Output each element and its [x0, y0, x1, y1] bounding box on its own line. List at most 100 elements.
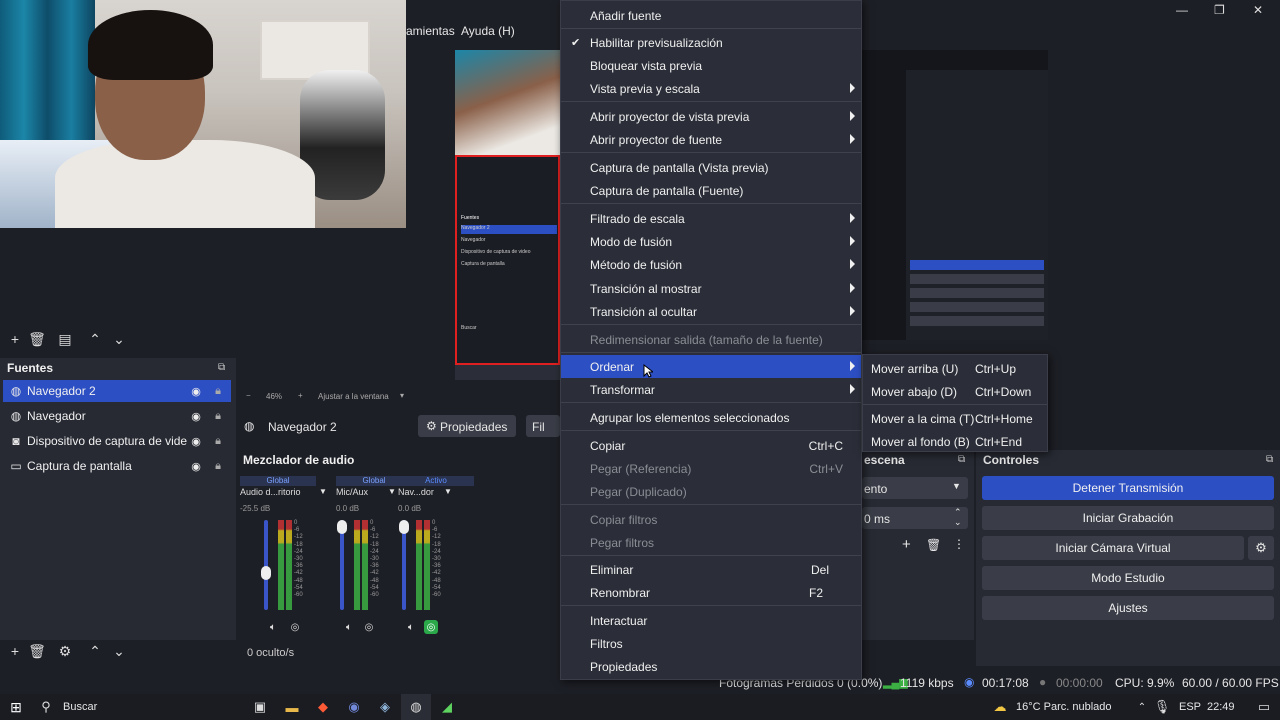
clock[interactable]: 22:49: [1207, 701, 1235, 713]
headphones-icon[interactable]: ◎: [288, 620, 302, 634]
trash-icon[interactable]: 🗑: [28, 330, 46, 348]
submenu-item-move-bottom[interactable]: Mover al fondo (B) Ctrl+End: [863, 430, 1047, 452]
chevron-down-icon[interactable]: ▼: [444, 487, 452, 496]
preview-canvas-right[interactable]: [862, 50, 1048, 340]
menu-item-scale-filter[interactable]: Filtrado de escala: [561, 207, 861, 230]
menu-item-preview-projector[interactable]: Abrir proyector de vista previa: [561, 105, 861, 128]
start-recording-button[interactable]: Iniciar Grabación: [982, 506, 1274, 530]
menu-item-interact[interactable]: Interactuar: [561, 609, 861, 632]
move-up-icon[interactable]: ⌃: [86, 642, 104, 660]
volume-knob[interactable]: [399, 520, 409, 534]
more-icon[interactable]: ⋮: [953, 537, 965, 551]
menu-item-hide-transition[interactable]: Transición al ocultar: [561, 300, 861, 323]
gear-icon[interactable]: ⚙: [56, 642, 74, 660]
microphone-icon[interactable]: 🎙︎: [1154, 699, 1171, 715]
search-icon[interactable]: ⚲: [38, 699, 54, 715]
preview-canvas[interactable]: Fuentes Navegador 2 Navegador Dispositiv…: [455, 50, 560, 380]
speaker-icon[interactable]: 🔈︎: [404, 620, 418, 634]
speaker-icon[interactable]: 🔈︎: [266, 620, 280, 634]
stop-stream-button[interactable]: Detener Transmisión: [982, 476, 1274, 500]
headphones-icon[interactable]: ◎: [424, 620, 438, 634]
menu-item-delete[interactable]: Eliminar Del: [561, 558, 861, 581]
submenu-item-move-top[interactable]: Mover a la cima (T) Ctrl+Home: [863, 407, 1047, 429]
eye-icon[interactable]: ◉: [189, 409, 203, 423]
lock-icon[interactable]: 🔒︎: [211, 459, 225, 473]
lock-icon[interactable]: 🔒︎: [211, 434, 225, 448]
add-icon[interactable]: +: [6, 642, 24, 660]
volume-knob[interactable]: [261, 566, 271, 580]
app-icon[interactable]: ◢: [439, 699, 455, 715]
speaker-icon[interactable]: 🔈︎: [342, 620, 356, 634]
menu-item-blend-method[interactable]: Método de fusión: [561, 253, 861, 276]
zoom-in-icon[interactable]: +: [298, 391, 303, 400]
taskbar-search[interactable]: Buscar: [63, 701, 97, 713]
menu-item-add-source[interactable]: Añadir fuente: [561, 4, 861, 27]
undock-icon[interactable]: ⧉: [1266, 454, 1273, 465]
gear-icon[interactable]: ⚙: [1248, 536, 1274, 560]
source-item-navegador[interactable]: ◍ Navegador ◉ 🔒︎: [3, 405, 231, 427]
chevron-down-icon[interactable]: ▾: [400, 391, 404, 400]
menu-item-transform[interactable]: Transformar: [561, 378, 861, 401]
headphones-icon[interactable]: ◎: [362, 620, 376, 634]
settings-button[interactable]: Ajustes: [982, 596, 1274, 620]
submenu-item-move-down[interactable]: Mover abajo (D) Ctrl+Down: [863, 380, 1047, 402]
chevron-down-icon[interactable]: ▼: [319, 487, 327, 496]
menu-item-blend-mode[interactable]: Modo de fusión: [561, 230, 861, 253]
menu-item-properties[interactable]: Propiedades: [561, 655, 861, 678]
fit-window-label[interactable]: Ajustar a la ventana: [318, 392, 389, 401]
volume-knob[interactable]: [337, 520, 347, 534]
close-icon[interactable]: ✕: [1253, 3, 1263, 17]
selected-source-outline[interactable]: Fuentes Navegador 2 Navegador Dispositiv…: [455, 155, 560, 365]
menu-item-screenshot-preview[interactable]: Captura de pantalla (Vista previa): [561, 156, 861, 179]
move-down-icon[interactable]: ⌄: [110, 330, 128, 348]
submenu-item-move-up[interactable]: Mover arriba (U) Ctrl+Up: [863, 357, 1047, 379]
menu-item-copy[interactable]: Copiar Ctrl+C: [561, 434, 861, 457]
move-down-icon[interactable]: ⌄: [110, 642, 128, 660]
trash-icon[interactable]: 🗑: [28, 642, 46, 660]
properties-button[interactable]: ⚙ Propiedades: [418, 415, 516, 437]
start-virtual-cam-button[interactable]: Iniciar Cámara Virtual: [982, 536, 1244, 560]
move-up-icon[interactable]: ⌃: [86, 330, 104, 348]
menu-item-group-selected[interactable]: Agrupar los elementos seleccionados: [561, 406, 861, 429]
windows-start-icon[interactable]: ⊞: [8, 699, 24, 715]
add-icon[interactable]: +: [902, 536, 911, 553]
eye-icon[interactable]: ◉: [189, 434, 203, 448]
studio-mode-button[interactable]: Modo Estudio: [982, 566, 1274, 590]
menu-item-enable-preview[interactable]: ✔ Habilitar previsualización: [561, 31, 861, 54]
menu-item-show-transition[interactable]: Transición al mostrar: [561, 277, 861, 300]
volume-slider[interactable]: [264, 520, 268, 610]
eye-icon[interactable]: ◉: [189, 384, 203, 398]
language-indicator[interactable]: ESP: [1179, 701, 1201, 713]
maximize-icon[interactable]: ❐: [1214, 3, 1225, 17]
menu-item-filters[interactable]: Filtros: [561, 632, 861, 655]
source-item-video-capture[interactable]: ◙ Dispositivo de captura de video ◉ 🔒︎: [3, 430, 231, 452]
filter-icon[interactable]: ▤: [56, 330, 74, 348]
duration-input[interactable]: 0 ms ⌃ ⌄: [862, 507, 968, 529]
menu-item-preview-scale[interactable]: Vista previa y escala: [561, 77, 861, 100]
menu-item-source-projector[interactable]: Abrir proyector de fuente: [561, 128, 861, 151]
filters-button[interactable]: Fil: [526, 415, 560, 437]
undock-icon[interactable]: ⧉: [218, 362, 225, 373]
lock-icon[interactable]: 🔒︎: [211, 384, 225, 398]
brave-icon[interactable]: ◆: [315, 699, 331, 715]
minimize-icon[interactable]: —: [1176, 3, 1188, 17]
menu-item-screenshot-source[interactable]: Captura de pantalla (Fuente): [561, 179, 861, 202]
menu-help[interactable]: Ayuda (H): [461, 24, 515, 38]
source-item-screen-capture[interactable]: ▭ Captura de pantalla ◉ 🔒︎: [3, 455, 231, 477]
notification-icon[interactable]: ▭: [1256, 699, 1272, 715]
menu-item-rename[interactable]: Renombrar F2: [561, 581, 861, 604]
task-view-icon[interactable]: ▣: [252, 699, 268, 715]
menu-tools[interactable]: amientas: [406, 24, 455, 38]
trash-icon[interactable]: 🗑: [926, 538, 941, 552]
steam-icon[interactable]: ◈: [377, 699, 393, 715]
chevron-up-icon[interactable]: ⌃: [1134, 699, 1150, 715]
zoom-out-icon[interactable]: −: [246, 391, 251, 400]
lock-icon[interactable]: 🔒︎: [211, 409, 225, 423]
undock-icon[interactable]: ⧉: [958, 454, 965, 465]
discord-icon[interactable]: ◉: [346, 699, 362, 715]
eye-icon[interactable]: ◉: [189, 459, 203, 473]
weather-text[interactable]: 16°C Parc. nublado: [1016, 701, 1112, 713]
transition-select[interactable]: ento ▼: [862, 477, 968, 499]
chevron-down-icon[interactable]: ⌄: [954, 517, 962, 528]
folder-icon[interactable]: ▬: [284, 699, 300, 715]
